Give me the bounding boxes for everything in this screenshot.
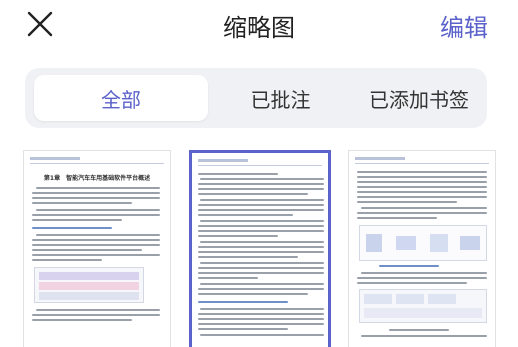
chapter-title: 第1章 智能汽车车用基础软件平台概述 bbox=[43, 175, 151, 182]
text-line bbox=[198, 193, 308, 195]
text-line bbox=[361, 272, 487, 274]
text-line bbox=[32, 192, 160, 194]
section-heading-line bbox=[32, 227, 112, 229]
text-line bbox=[36, 187, 160, 189]
text-line bbox=[32, 259, 102, 261]
tab-annotated[interactable]: 已批注 bbox=[213, 75, 348, 121]
text-line bbox=[198, 318, 324, 320]
text-line bbox=[198, 235, 278, 237]
text-line bbox=[32, 254, 160, 256]
text-line bbox=[357, 217, 437, 219]
text-line bbox=[198, 225, 324, 227]
text-line bbox=[198, 328, 288, 330]
caption-line bbox=[379, 265, 439, 267]
text-line bbox=[361, 207, 487, 209]
text-line bbox=[200, 241, 324, 243]
text-line bbox=[200, 178, 324, 180]
page-header-rule bbox=[30, 163, 164, 164]
page-header-rule bbox=[198, 165, 322, 166]
text-line bbox=[357, 171, 487, 173]
text-line bbox=[198, 293, 308, 295]
text-line bbox=[32, 202, 132, 204]
section-heading-line bbox=[198, 301, 288, 303]
text-line bbox=[357, 186, 487, 188]
text-line bbox=[32, 197, 160, 199]
text-line bbox=[32, 249, 142, 251]
page-header-text bbox=[355, 157, 405, 160]
text-line bbox=[200, 262, 324, 264]
text-line bbox=[32, 219, 122, 221]
text-line bbox=[357, 277, 487, 279]
text-line bbox=[32, 314, 160, 316]
page-header-text bbox=[198, 159, 248, 162]
text-line bbox=[198, 209, 324, 211]
page-header-text bbox=[30, 157, 80, 160]
tab-all[interactable]: 全部 bbox=[34, 75, 208, 121]
text-line bbox=[198, 188, 324, 190]
text-line bbox=[198, 323, 324, 325]
text-line bbox=[200, 199, 324, 201]
text-line bbox=[36, 309, 160, 311]
text-line bbox=[200, 308, 324, 310]
text-line bbox=[198, 277, 258, 279]
text-line bbox=[32, 244, 160, 246]
page-thumbnail-2[interactable] bbox=[189, 150, 331, 347]
text-line bbox=[357, 201, 457, 203]
text-line bbox=[357, 176, 487, 178]
text-line bbox=[198, 230, 324, 232]
caption-line bbox=[389, 329, 449, 331]
text-line bbox=[36, 209, 160, 211]
tab-bookmarked[interactable]: 已添加书签 bbox=[355, 75, 483, 121]
figure bbox=[359, 225, 487, 261]
text-line bbox=[357, 181, 487, 183]
edit-button[interactable]: 编辑 bbox=[440, 8, 488, 43]
text-line bbox=[200, 220, 324, 222]
text-line bbox=[198, 267, 324, 269]
text-line bbox=[198, 251, 324, 253]
page-header-rule bbox=[355, 163, 489, 164]
filter-tabs: 全部 已批注 已添加书签 bbox=[25, 68, 487, 128]
page-thumbnail-3[interactable] bbox=[348, 150, 496, 347]
figure bbox=[34, 267, 144, 303]
text-line bbox=[357, 191, 487, 193]
text-line bbox=[198, 173, 278, 175]
text-line bbox=[357, 196, 487, 198]
text-line bbox=[198, 246, 324, 248]
text-line bbox=[32, 319, 132, 321]
text-line bbox=[198, 214, 293, 216]
text-line bbox=[198, 256, 298, 258]
text-line bbox=[32, 239, 160, 241]
text-line bbox=[36, 234, 160, 236]
text-line bbox=[361, 335, 487, 337]
text-line bbox=[357, 282, 467, 284]
top-bar: 缩略图 编辑 bbox=[0, 0, 518, 50]
text-line bbox=[198, 183, 324, 185]
text-line bbox=[200, 283, 324, 285]
text-line bbox=[200, 334, 324, 336]
text-line bbox=[198, 313, 324, 315]
text-line bbox=[198, 288, 324, 290]
text-line bbox=[357, 212, 487, 214]
page-thumbnail-1[interactable]: 第1章 智能汽车车用基础软件平台概述 bbox=[23, 150, 171, 347]
text-line bbox=[198, 204, 324, 206]
text-line bbox=[198, 272, 324, 274]
text-line bbox=[32, 214, 160, 216]
figure bbox=[359, 289, 487, 323]
